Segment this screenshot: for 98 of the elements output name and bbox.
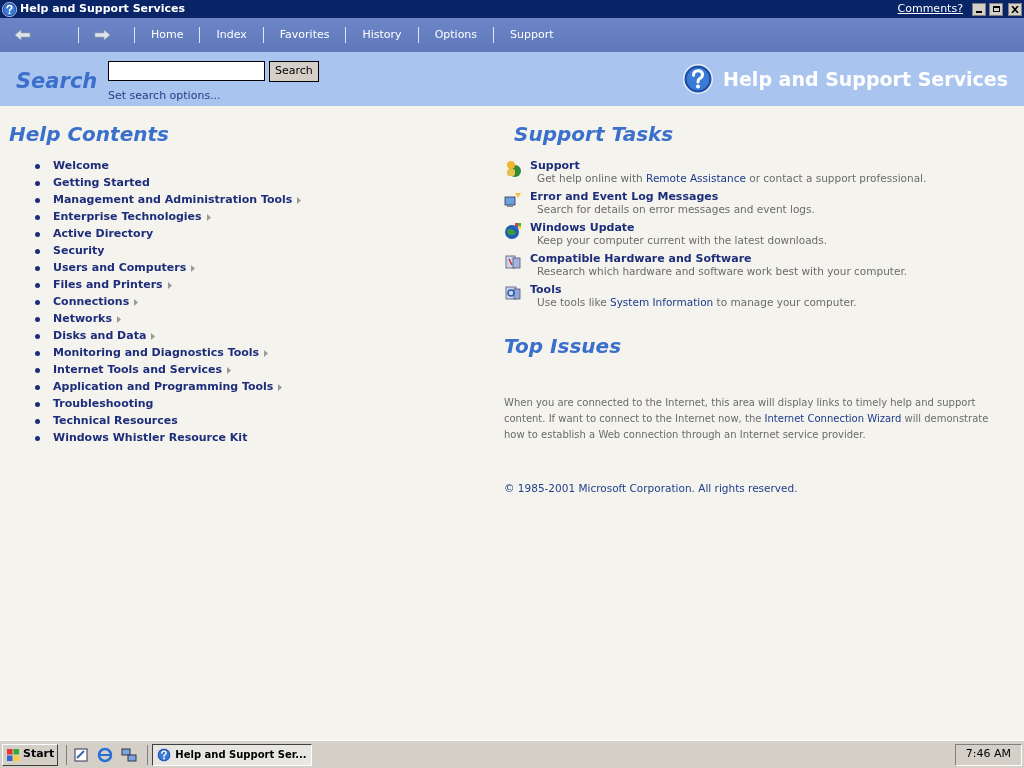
minimize-icon bbox=[976, 10, 982, 13]
tools-icon bbox=[504, 284, 522, 302]
bullet-icon bbox=[35, 198, 40, 203]
restore-icon bbox=[992, 6, 1000, 12]
topic-link[interactable]: Disks and Data bbox=[53, 328, 147, 345]
section-heading: Help Contents bbox=[9, 121, 170, 148]
bullet-icon bbox=[35, 402, 40, 407]
task-link[interactable]: Windows Update bbox=[530, 221, 635, 234]
minimize-button[interactable] bbox=[972, 2, 986, 16]
clock: 7:46 AM bbox=[954, 743, 1022, 766]
task-link[interactable]: Support bbox=[530, 159, 580, 172]
task-description: Search for details on error messages and event logs. bbox=[537, 203, 815, 216]
bullet-icon bbox=[35, 283, 40, 288]
topic-link[interactable]: Connections bbox=[53, 294, 130, 311]
nav-link[interactable]: Index bbox=[200, 26, 263, 44]
right-arrow-icon bbox=[93, 29, 111, 41]
desktop-icon bbox=[73, 746, 90, 763]
topic-link[interactable]: Windows Whistler Resource Kit bbox=[53, 430, 248, 447]
computers-icon bbox=[121, 746, 138, 763]
bullet-icon bbox=[35, 351, 40, 356]
bullet-icon bbox=[35, 215, 40, 220]
task-description: Research which hardware and software work best with your computer. bbox=[537, 265, 908, 278]
bullet-icon bbox=[35, 232, 40, 237]
submenu-arrow-icon bbox=[297, 197, 302, 204]
bullet-icon bbox=[35, 385, 40, 390]
topic-link[interactable]: Networks bbox=[53, 311, 112, 328]
topic-link[interactable]: Monitoring and Diagnostics Tools bbox=[53, 345, 260, 362]
bullet-icon bbox=[35, 266, 40, 271]
submenu-arrow-icon bbox=[134, 299, 139, 306]
bullet-icon bbox=[35, 419, 40, 424]
bullet-icon bbox=[35, 368, 40, 373]
bullet-icon bbox=[35, 317, 40, 322]
bullet-icon bbox=[35, 300, 40, 305]
submenu-arrow-icon bbox=[206, 214, 211, 221]
submenu-arrow-icon bbox=[191, 265, 196, 272]
window-title: Help and Support Services bbox=[20, 0, 186, 17]
nav-link[interactable]: History bbox=[346, 26, 418, 44]
topic-link[interactable]: Users and Computers bbox=[53, 260, 187, 277]
submenu-arrow-icon bbox=[116, 316, 121, 323]
topic-link[interactable]: Technical Resources bbox=[53, 413, 178, 430]
topic-link[interactable]: Troubleshooting bbox=[53, 396, 154, 413]
bullet-icon bbox=[35, 181, 40, 186]
people-globe-icon bbox=[504, 160, 522, 178]
inline-link[interactable]: System Information bbox=[610, 296, 714, 308]
inline-link[interactable]: Internet Connection Wizard bbox=[764, 413, 902, 424]
help-icon bbox=[157, 747, 172, 762]
topic-link[interactable]: Enterprise Technologies bbox=[53, 209, 202, 226]
topic-link[interactable]: Application and Programming Tools bbox=[53, 379, 274, 396]
task-link[interactable]: Compatible Hardware and Software bbox=[530, 252, 752, 265]
inline-link[interactable]: Remote Assistance bbox=[646, 172, 746, 184]
task-link[interactable]: Tools bbox=[530, 283, 562, 296]
search-button[interactable]: Search bbox=[269, 61, 319, 82]
topic-link[interactable]: Active Directory bbox=[53, 226, 154, 243]
top-issues-text: When you are connected to the Internet, this area will display links to timely help and support content. If want to connect to the Internet now, the Internet Connection Wizard will demonstrate how to establish a Web connection through an Internet service provider. bbox=[504, 396, 990, 442]
topic-link[interactable]: Welcome bbox=[53, 158, 109, 175]
task-description: Get help online with Remote Assistance or contact a support professional. bbox=[537, 172, 927, 185]
restore-button[interactable] bbox=[989, 2, 1003, 16]
search-options-link[interactable]: Set search options... bbox=[108, 88, 319, 105]
submenu-arrow-icon bbox=[278, 384, 283, 391]
nav-link[interactable]: Support bbox=[494, 26, 570, 44]
banner-title: Help and Support Services bbox=[723, 66, 1008, 92]
bullet-icon bbox=[35, 334, 40, 339]
close-icon bbox=[1011, 5, 1019, 13]
globe-icon bbox=[504, 222, 522, 240]
submenu-arrow-icon bbox=[227, 367, 231, 374]
computer-icon bbox=[504, 191, 522, 209]
submenu-arrow-icon bbox=[264, 350, 269, 357]
hardware-icon bbox=[504, 253, 522, 271]
browser-e-icon bbox=[97, 746, 114, 763]
help-icon bbox=[2, 1, 17, 17]
topic-link[interactable]: Management and Administration Tools bbox=[53, 192, 293, 209]
search-field[interactable] bbox=[108, 61, 265, 81]
topic-link[interactable]: Internet Tools and Services bbox=[53, 362, 222, 379]
windows-logo-icon bbox=[6, 747, 20, 762]
submenu-arrow-icon bbox=[167, 282, 172, 289]
nav-link[interactable]: Favorites bbox=[263, 26, 346, 44]
topic-link[interactable]: Files and Printers bbox=[53, 277, 163, 294]
section-heading: Top Issues bbox=[504, 333, 623, 360]
bullet-icon bbox=[35, 164, 40, 169]
help-icon bbox=[683, 64, 714, 94]
close-button[interactable] bbox=[1008, 2, 1022, 16]
task-description: Keep your computer current with the latest downloads. bbox=[537, 234, 828, 247]
nav-link[interactable]: Home bbox=[135, 26, 200, 44]
copyright-text: © 1985-2001 Microsoft Corporation. All rights reserved. bbox=[504, 481, 799, 496]
topic-link[interactable]: Security bbox=[53, 243, 105, 260]
task-description: Use tools like System Information to manage your computer. bbox=[537, 296, 857, 309]
left-arrow-icon bbox=[14, 29, 32, 41]
submenu-arrow-icon bbox=[151, 333, 156, 340]
bullet-icon bbox=[35, 249, 40, 254]
section-heading: Support Tasks bbox=[514, 121, 675, 148]
comments-link[interactable]: Comments? bbox=[897, 0, 963, 18]
topic-link[interactable]: Getting Started bbox=[53, 175, 150, 192]
taskbar-window-button[interactable]: Help and Support Ser... bbox=[152, 743, 313, 766]
start-button[interactable]: Start bbox=[2, 743, 59, 766]
search-heading: Search bbox=[15, 68, 99, 95]
nav-link[interactable]: Options bbox=[418, 26, 494, 44]
bullet-icon bbox=[35, 436, 40, 441]
task-link[interactable]: Error and Event Log Messages bbox=[530, 190, 719, 203]
